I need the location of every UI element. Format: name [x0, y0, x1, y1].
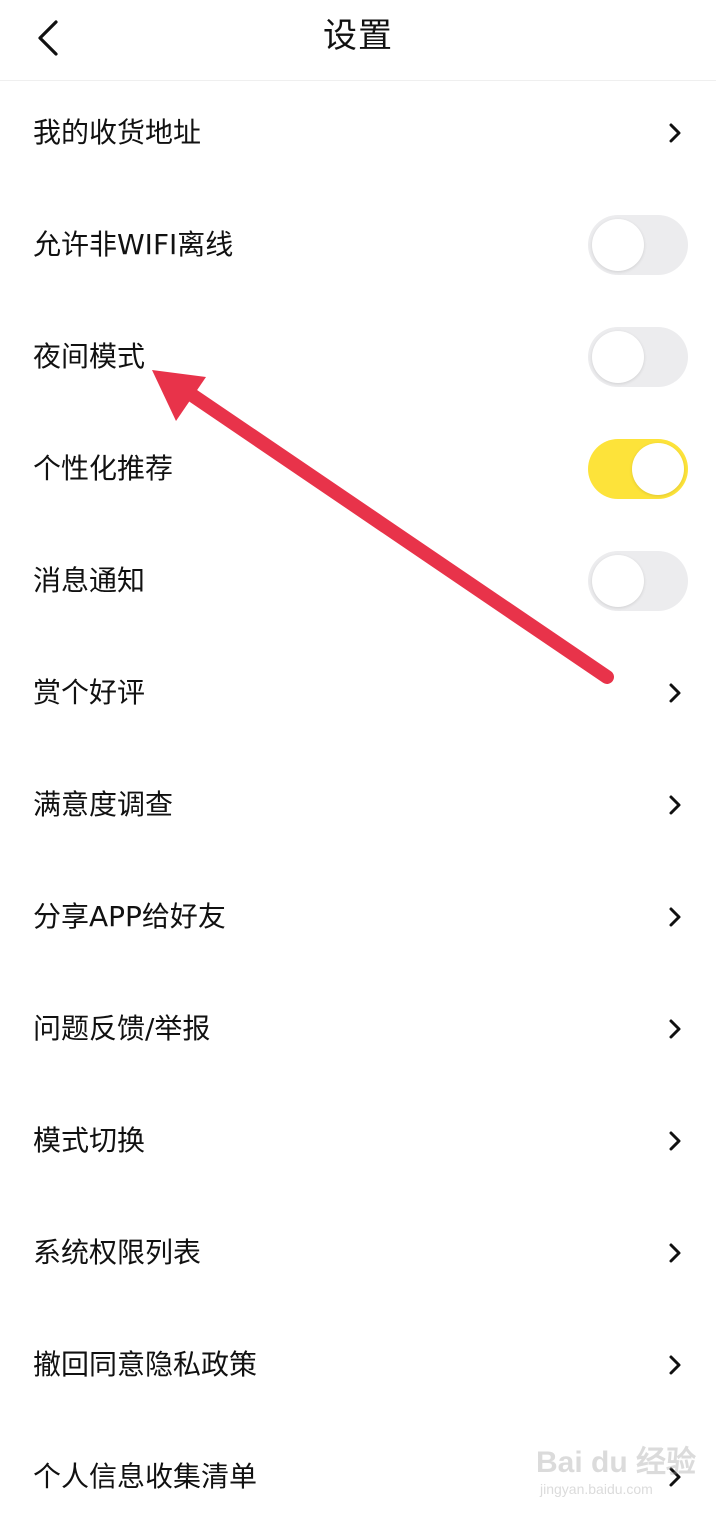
- settings-row[interactable]: 赏个好评: [0, 641, 716, 753]
- settings-row[interactable]: 夜间模式: [0, 305, 716, 417]
- settings-row[interactable]: 系统权限列表: [0, 1201, 716, 1313]
- settings-row-label: 分享APP给好友: [33, 900, 226, 933]
- settings-row[interactable]: 满意度调查: [0, 753, 716, 865]
- chevron-right-icon: [668, 1354, 682, 1376]
- toggle-knob: [592, 555, 644, 607]
- toggle-switch[interactable]: [588, 215, 688, 275]
- settings-screen: 设置 我的收货地址 允许非WIFI离线 夜间模式个性化推荐消息通知赏个好评满意度调查…: [0, 0, 716, 1521]
- settings-row[interactable]: 个人信息收集清单: [0, 1425, 716, 1521]
- settings-row-label: 撤回同意隐私政策: [33, 1348, 258, 1381]
- page-title: 设置: [323, 16, 393, 56]
- settings-row-label: 消息通知: [33, 564, 146, 597]
- chevron-right-icon: [668, 1130, 682, 1152]
- settings-row-label: 个性化推荐: [33, 452, 174, 485]
- header-bar: 设置: [0, 0, 716, 81]
- settings-row-label: 模式切换: [33, 1124, 146, 1157]
- settings-row[interactable]: 个性化推荐: [0, 417, 716, 529]
- toggle-switch[interactable]: [588, 439, 688, 499]
- toggle-switch[interactable]: [588, 551, 688, 611]
- settings-row-label: 问题反馈/举报: [33, 1012, 211, 1045]
- settings-row-label: 允许非WIFI离线: [33, 228, 234, 261]
- chevron-right-icon: [668, 122, 682, 144]
- chevron-right-icon: [668, 1018, 682, 1040]
- chevron-right-icon: [668, 682, 682, 704]
- settings-row-label: 我的收货地址: [33, 116, 202, 149]
- settings-row[interactable]: 我的收货地址: [0, 81, 716, 193]
- settings-row-label: 个人信息收集清单: [33, 1460, 258, 1493]
- toggle-knob: [632, 443, 684, 495]
- toggle-switch[interactable]: [588, 327, 688, 387]
- settings-row[interactable]: 消息通知: [0, 529, 716, 641]
- settings-list: 我的收货地址 允许非WIFI离线 夜间模式个性化推荐消息通知赏个好评满意度调查分享A…: [0, 81, 716, 1521]
- settings-row-label: 系统权限列表: [33, 1236, 202, 1269]
- settings-row-label: 满意度调查: [33, 788, 174, 821]
- chevron-right-icon: [668, 794, 682, 816]
- chevron-right-icon: [668, 1466, 682, 1488]
- settings-row[interactable]: 允许非WIFI离线: [0, 193, 716, 305]
- settings-row[interactable]: 分享APP给好友: [0, 865, 716, 977]
- toggle-knob: [592, 219, 644, 271]
- settings-row-label: 夜间模式: [33, 340, 146, 373]
- chevron-right-icon: [668, 1242, 682, 1264]
- settings-row[interactable]: 问题反馈/举报: [0, 977, 716, 1089]
- settings-row-label: 赏个好评: [33, 676, 146, 709]
- chevron-right-icon: [668, 906, 682, 928]
- settings-row[interactable]: 模式切换: [0, 1089, 716, 1201]
- settings-row[interactable]: 撤回同意隐私政策: [0, 1313, 716, 1425]
- toggle-knob: [592, 331, 644, 383]
